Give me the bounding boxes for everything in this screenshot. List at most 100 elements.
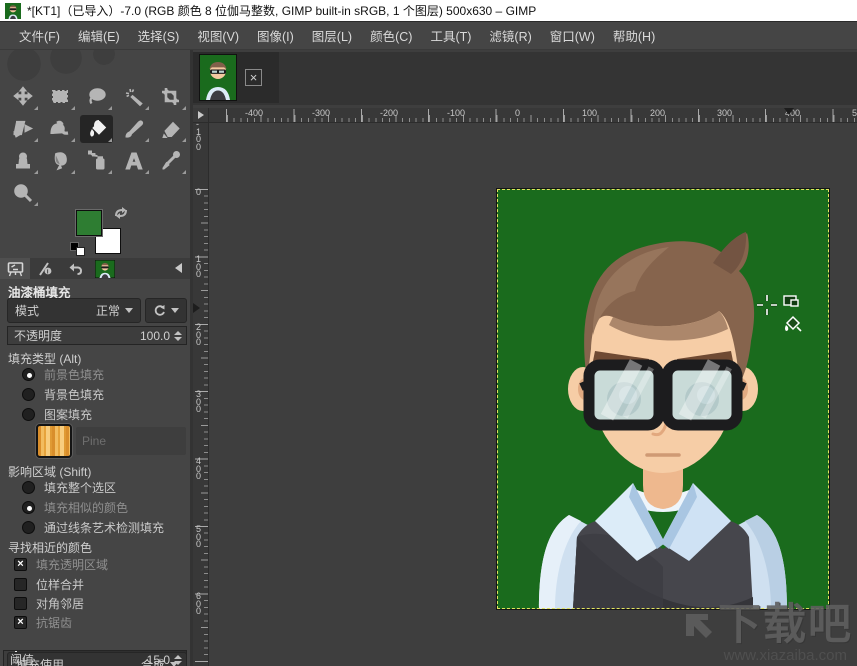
fill-type-pattern-label: 图案填充 — [44, 406, 92, 423]
canvas-tab-thumbnail — [200, 55, 236, 100]
zoom-tool-button[interactable] — [6, 179, 39, 207]
close-tab-icon[interactable]: × — [245, 69, 262, 86]
tab-undo-history[interactable] — [60, 258, 90, 279]
fuzzy-select-tool-button[interactable] — [117, 83, 150, 111]
magic-wand-icon — [123, 86, 145, 108]
fill-transparent-areas-label: 填充透明区域 — [36, 556, 108, 573]
swap-colors-icon[interactable] — [113, 206, 129, 220]
move-icon — [12, 86, 34, 108]
clone-tool-button[interactable] — [6, 147, 39, 175]
smudge-tool-button[interactable] — [43, 147, 76, 175]
fill-type-fg-radio[interactable]: 前景色填充 — [22, 366, 104, 383]
crop-tool-button[interactable] — [154, 83, 187, 111]
affected-area-label: 影响区域 (Shift) — [0, 463, 190, 480]
window-icon — [5, 3, 21, 19]
ruler-corner-button[interactable] — [193, 108, 209, 123]
watermark-text: 下载吧 — [718, 605, 853, 645]
move-tool-button[interactable] — [6, 83, 39, 111]
radio-icon — [22, 501, 35, 514]
h-ruler-label: -200 — [380, 108, 398, 118]
chevron-down-icon — [125, 308, 133, 313]
mode-label: 模式 — [15, 302, 39, 319]
menu-image[interactable]: 图像(I) — [248, 22, 303, 49]
canvas-zone: × -400 -300 -200 -100 0 100 200 300 400 … — [190, 50, 857, 666]
avatar-image — [497, 189, 829, 609]
canvas-viewport[interactable]: 下载吧 www.xiazaiba.com — [209, 123, 857, 666]
radio-icon — [22, 368, 35, 381]
threshold-spinner[interactable] — [170, 655, 186, 665]
menu-filters[interactable]: 滤镜(R) — [480, 22, 540, 49]
mode-dropdown[interactable]: 模式 正常 — [7, 298, 141, 323]
fill-type-bg-radio[interactable]: 背景色填充 — [22, 386, 104, 403]
color-picker-tool-button[interactable] — [154, 147, 187, 175]
tab-tool-options[interactable] — [0, 258, 30, 279]
device-status-icon: i — [37, 261, 53, 277]
bucket-fill-tool-button[interactable] — [80, 115, 113, 143]
free-select-tool-button[interactable] — [80, 83, 113, 111]
bucket-fill-icon — [86, 118, 108, 140]
vertical-ruler[interactable]: -100 0 100 200 300 400 500 600 — [193, 123, 209, 666]
menu-edit[interactable]: 编辑(E) — [69, 22, 129, 49]
rectangle-select-tool-button[interactable] — [43, 83, 76, 111]
left-dock: i 油漆桶填充 模式 正常 — [0, 50, 190, 666]
opacity-slider[interactable]: 不透明度 100.0 — [7, 326, 187, 345]
radio-icon — [22, 408, 35, 421]
lasso-icon — [86, 86, 108, 108]
mode-switch-button[interactable] — [145, 298, 187, 323]
menu-select[interactable]: 选择(S) — [129, 22, 189, 49]
menu-view[interactable]: 视图(V) — [188, 22, 248, 49]
site-watermark: 下载吧 www.xiazaiba.com — [682, 605, 853, 664]
eraser-tool-button[interactable] — [154, 115, 187, 143]
warp-tool-button[interactable] — [43, 115, 76, 143]
checkbox-icon — [14, 597, 27, 610]
tab-device-status[interactable]: i — [30, 258, 60, 279]
image-thumbnail — [95, 260, 115, 278]
pattern-name: Pine — [82, 434, 106, 448]
fill-line-art-label: 通过线条艺术检测填充 — [44, 519, 164, 536]
text-tool-button[interactable] — [117, 147, 150, 175]
pattern-name-well[interactable]: Pine — [76, 427, 186, 455]
antialiasing-checkbox[interactable]: × 抗锯齿 — [14, 614, 72, 631]
crop-icon — [160, 86, 182, 108]
menu-help[interactable]: 帮助(H) — [604, 22, 664, 49]
diagonal-neighbors-checkbox[interactable]: 对角邻居 — [14, 595, 84, 612]
canvas-image-tab[interactable]: × — [193, 52, 279, 103]
opacity-spinner[interactable] — [170, 331, 186, 341]
horizontal-ruler[interactable]: -400 -300 -200 -100 0 100 200 300 400 50… — [209, 108, 857, 123]
paintbrush-icon — [123, 118, 145, 140]
menu-windows[interactable]: 窗口(W) — [541, 22, 604, 49]
fill-transparent-areas-checkbox[interactable]: × 填充透明区域 — [14, 556, 108, 573]
tab-image-thumbnail[interactable] — [90, 258, 120, 279]
fill-line-art-radio[interactable]: 通过线条艺术检测填充 — [22, 519, 164, 536]
radio-icon — [22, 388, 35, 401]
menu-colors[interactable]: 颜色(C) — [361, 22, 421, 49]
fill-whole-selection-radio[interactable]: 填充整个选区 — [22, 479, 116, 496]
rectangle-select-icon — [49, 86, 71, 108]
menu-file[interactable]: 文件(F) — [10, 22, 69, 49]
default-colors-icon[interactable] — [70, 242, 86, 256]
paintbrush-tool-button[interactable] — [117, 115, 150, 143]
menu-tools[interactable]: 工具(T) — [421, 22, 480, 49]
pattern-swatch[interactable] — [36, 424, 72, 458]
h-ruler-label: -100 — [447, 108, 465, 118]
threshold-label: 阈值 — [4, 651, 34, 666]
h-ruler-label: -400 — [245, 108, 263, 118]
fill-type-pattern-radio[interactable]: 图案填充 — [22, 406, 92, 423]
transform-tool-button[interactable] — [6, 115, 39, 143]
bucket-fill-cursor — [756, 293, 804, 339]
transform-icon — [12, 118, 34, 140]
foreground-color-swatch[interactable] — [76, 210, 102, 236]
watermark-url: www.xiazaiba.com — [682, 647, 853, 664]
v-ruler-label: 500 — [196, 526, 203, 549]
fill-similar-colors-radio[interactable]: 填充相似的颜色 — [22, 499, 128, 516]
airbrush-tool-button[interactable] — [80, 147, 113, 175]
image-canvas[interactable] — [497, 189, 829, 609]
menu-layer[interactable]: 图层(L) — [303, 22, 361, 49]
fill-type-bg-label: 背景色填充 — [44, 386, 104, 403]
fill-similar-colors-label: 填充相似的颜色 — [44, 499, 128, 516]
ruler-position-marker — [784, 108, 794, 115]
sample-merged-checkbox[interactable]: 位样合并 — [14, 576, 84, 593]
ruler-position-marker — [193, 303, 200, 313]
dock-collapse-button[interactable] — [170, 260, 186, 276]
menu-arrow-icon — [198, 111, 204, 119]
